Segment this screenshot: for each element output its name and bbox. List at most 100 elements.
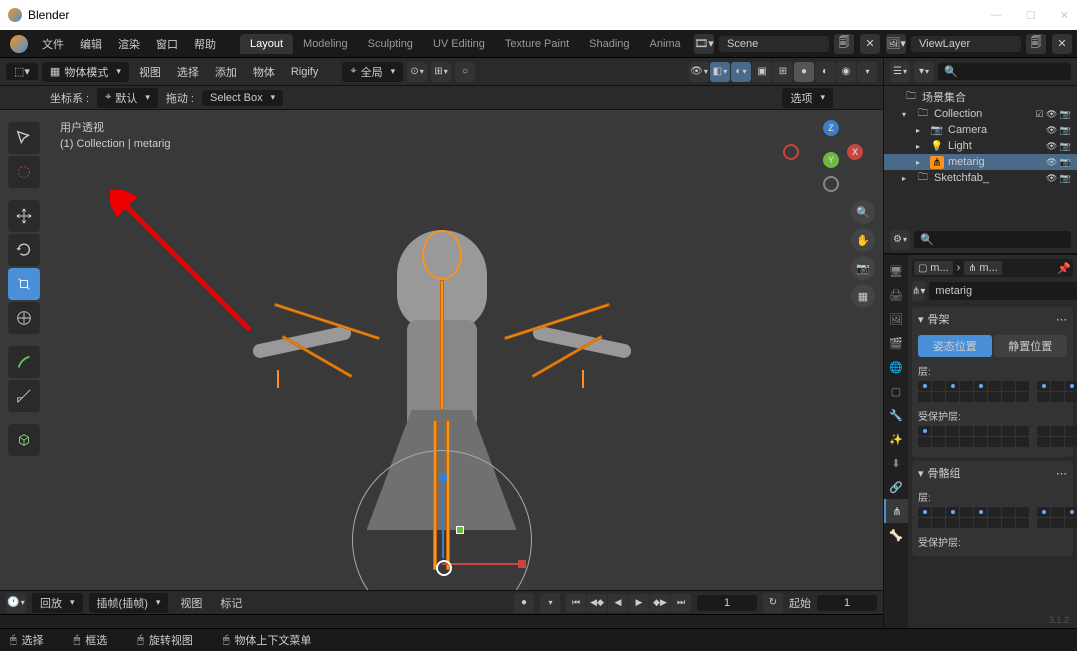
maximize-button[interactable]: ☐ (1026, 9, 1036, 22)
armature-name-field[interactable] (929, 282, 1077, 300)
timeline-track[interactable] (0, 614, 883, 628)
solid-button[interactable]: ● (794, 62, 814, 82)
menu-edit[interactable]: 编辑 (72, 36, 110, 52)
axis-z[interactable]: Z (823, 120, 839, 136)
tool-add-cube[interactable] (8, 424, 40, 456)
protected-layers[interactable] (918, 426, 1067, 447)
3d-viewport[interactable]: 用户透视 (1) Collection | metarig (0, 110, 883, 590)
tab-modifiers[interactable]: 🔧 (884, 403, 908, 427)
bone-group-layers[interactable] (918, 507, 1067, 528)
scene-new-button[interactable]: 🗐 (834, 34, 854, 54)
menu-window[interactable]: 窗口 (148, 36, 186, 52)
menu-rigify[interactable]: Rigify (285, 66, 325, 78)
tool-transform[interactable] (8, 302, 40, 334)
viewlayer-name[interactable]: ViewLayer (911, 36, 1021, 52)
scene-browse-button[interactable]: 🎞▾ (694, 34, 714, 54)
panel-bone-groups-header[interactable]: ▾ 骨骼组⋯ (912, 461, 1073, 485)
tab-particles[interactable]: ✨ (884, 427, 908, 451)
tab-sculpting[interactable]: Sculpting (358, 34, 423, 54)
menu-select[interactable]: 选择 (171, 64, 205, 80)
tab-render[interactable]: 🖥 (884, 259, 908, 283)
outliner-light[interactable]: ▸💡Light 👁 📷 (884, 138, 1077, 154)
tab-physics[interactable]: ⬇ (884, 451, 908, 475)
armature-layers[interactable] (918, 381, 1067, 402)
menu-render[interactable]: 渲染 (110, 36, 148, 52)
start-frame[interactable]: 1 (817, 595, 877, 611)
properties-search[interactable]: 🔍 (914, 231, 1071, 248)
gizmo-toggle-button[interactable]: ◧ (710, 62, 730, 82)
keyframe-next[interactable]: ◆▶ (650, 594, 670, 612)
tab-bone[interactable]: 🦴 (884, 523, 908, 547)
panel-armature-header[interactable]: ▾ 骨架⋯ (912, 307, 1073, 331)
orientation-selector[interactable]: ⌖ 全局▾ (342, 62, 403, 82)
zoom-button[interactable]: 🔍 (851, 200, 875, 224)
snap-button[interactable]: ⊞ (431, 62, 451, 82)
tab-constraints[interactable]: 🔗 (884, 475, 908, 499)
outliner-editor-button[interactable]: ☰ (890, 62, 910, 82)
wireframe-button[interactable]: ⊞ (773, 62, 793, 82)
matprev-button[interactable]: ◐ (815, 62, 835, 82)
transform-gizmo[interactable] (352, 450, 532, 590)
axis-x[interactable]: X (847, 144, 863, 160)
nav-gizmo[interactable]: Z X Y (799, 120, 863, 184)
coord-selector[interactable]: ⌖ 默认▾ (97, 88, 158, 108)
keyframe-prev[interactable]: ◀◆ (587, 594, 607, 612)
perspective-button[interactable]: ▦ (851, 284, 875, 308)
tab-viewlayer[interactable]: 🖼 (884, 307, 908, 331)
bc-object[interactable]: ▢ m... (914, 261, 953, 275)
axis-neg-x[interactable] (783, 144, 799, 160)
properties-editor-button[interactable]: ⚙ (890, 230, 910, 250)
menu-file[interactable]: 文件 (34, 36, 72, 52)
menu-object[interactable]: 物体 (247, 64, 281, 80)
menu-add[interactable]: 添加 (209, 64, 243, 80)
tab-texture[interactable]: Texture Paint (495, 34, 579, 54)
tab-layout[interactable]: Layout (240, 34, 293, 54)
tab-armature[interactable]: ⋔ (884, 499, 908, 523)
tab-modeling[interactable]: Modeling (293, 34, 358, 54)
viewlayer-browse-button[interactable]: 🖼▾ (886, 34, 906, 54)
tool-select[interactable] (8, 122, 40, 154)
outliner-camera[interactable]: ▸📷Camera 👁 📷 (884, 122, 1077, 138)
options-button[interactable]: 选项▾ (782, 88, 833, 108)
menu-help[interactable]: 帮助 (186, 36, 224, 52)
playback-menu[interactable]: 回放▾ (32, 593, 83, 613)
pan-button[interactable]: ✋ (851, 228, 875, 252)
scene-delete-button[interactable]: ✕ (860, 34, 880, 54)
jump-end[interactable]: ⏭ (671, 594, 691, 612)
timeline-view[interactable]: 视图 (174, 595, 208, 611)
camera-button[interactable]: 📷 (851, 256, 875, 280)
axis-neg-z[interactable] (823, 176, 839, 192)
pose-position-button[interactable]: 姿态位置 (918, 335, 992, 357)
overlay-button[interactable]: ◐ (731, 62, 751, 82)
tab-object[interactable]: ▢ (884, 379, 908, 403)
tool-rotate[interactable] (8, 234, 40, 266)
outliner-display-button[interactable]: ▾ (914, 62, 934, 82)
autokey-button[interactable]: ● (514, 593, 534, 613)
tab-uv[interactable]: UV Editing (423, 34, 495, 54)
timeline-marker[interactable]: 标记 (214, 595, 248, 611)
shading-options-button[interactable] (857, 62, 877, 82)
editor-type-button[interactable]: ⬚▾ (6, 63, 38, 80)
current-frame[interactable]: 1 (697, 595, 757, 611)
play-reverse[interactable]: ◀ (608, 594, 628, 612)
viewlayer-new-button[interactable]: 🗐 (1026, 34, 1046, 54)
outliner-metarig[interactable]: ▸⋔metarig 👁 📷 (884, 154, 1077, 170)
proportional-button[interactable]: ○ (455, 62, 475, 82)
outliner-scene-collection[interactable]: 🗀场景集合 (884, 88, 1077, 106)
jump-start[interactable]: ⏮ (566, 594, 586, 612)
drag-selector[interactable]: Select Box▾ (202, 90, 283, 106)
tool-measure[interactable] (8, 380, 40, 412)
visibility-button[interactable]: 👁 (689, 62, 709, 82)
tab-world[interactable]: 🌐 (884, 355, 908, 379)
minimize-button[interactable]: — (991, 9, 1002, 22)
outliner-sketchfab[interactable]: ▸🗀Sketchfab_ 👁 📷 (884, 170, 1077, 186)
tool-annotate[interactable] (8, 346, 40, 378)
close-button[interactable]: ✕ (1060, 9, 1069, 22)
mode-selector[interactable]: ▦物体模式▾ (42, 62, 129, 82)
outliner-search[interactable]: 🔍 (938, 63, 1071, 80)
timeline-editor-button[interactable]: 🕐 (6, 593, 26, 613)
tab-output[interactable]: 🖨 (884, 283, 908, 307)
xray-button[interactable]: ▣ (752, 62, 772, 82)
play[interactable]: ▶ (629, 594, 649, 612)
rendered-button[interactable]: ◉ (836, 62, 856, 82)
